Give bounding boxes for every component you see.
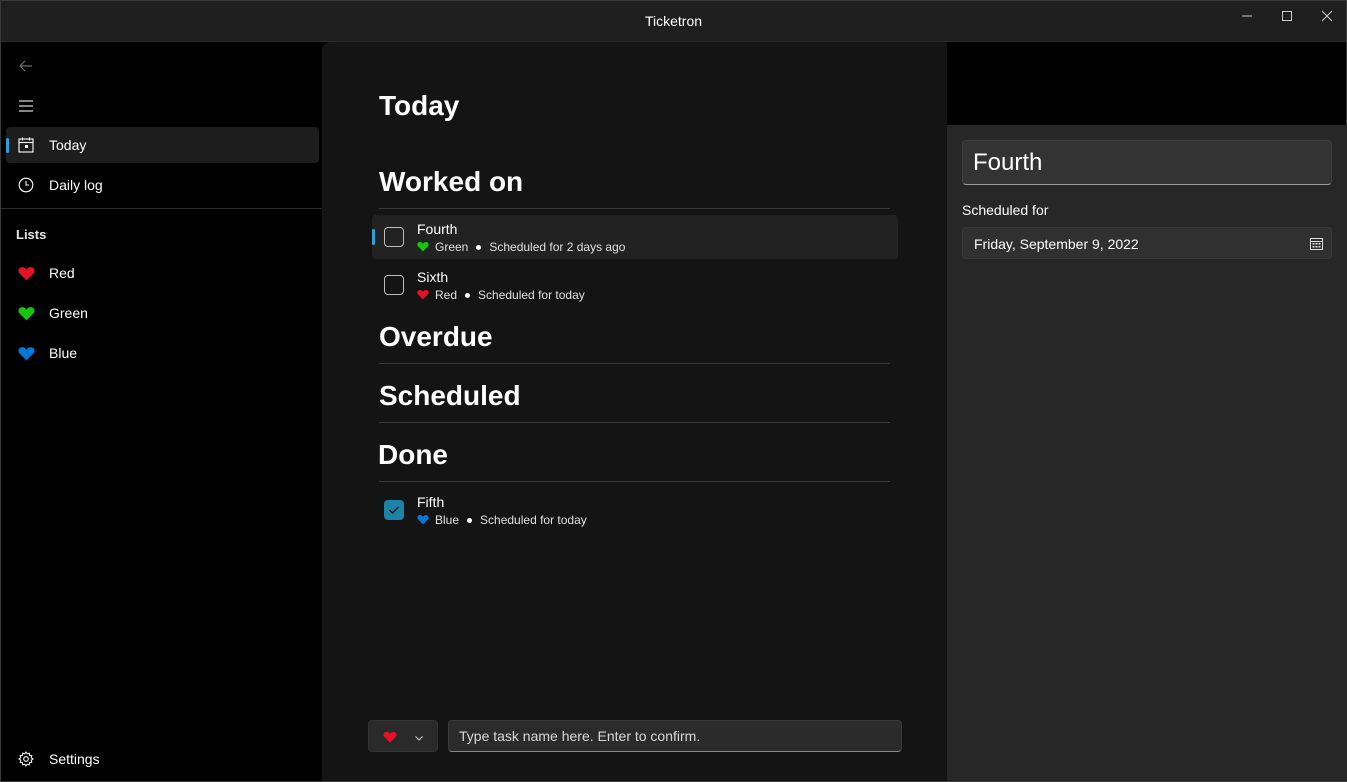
gear-icon (17, 750, 35, 768)
new-task-input[interactable] (448, 720, 902, 752)
navigation-pane: Today Daily log Lists Red Green Blue Set… (1, 42, 322, 781)
green-heart-icon (17, 304, 35, 322)
task-schedule: Scheduled for 2 days ago (489, 240, 626, 254)
green-heart-icon (417, 241, 429, 253)
separator-dot (476, 244, 482, 250)
window-title: Ticketron (644, 13, 703, 29)
nav-item-label: Green (49, 305, 88, 321)
maximize-icon (1282, 11, 1292, 21)
nav-item-daily-log[interactable]: Daily log (6, 167, 319, 203)
section-header-scheduled: Scheduled (379, 380, 521, 411)
task-list-name: Red (435, 288, 458, 302)
sidebar-divider (1, 208, 322, 209)
task-schedule: Scheduled for today (480, 513, 587, 527)
section-header-done: Done (378, 439, 448, 470)
minimize-button[interactable] (1227, 1, 1267, 31)
task-name: Fifth (417, 494, 445, 510)
title-bar: Ticketron (1, 1, 1346, 42)
minimize-icon (1242, 15, 1252, 17)
task-title-field[interactable] (962, 140, 1332, 185)
nav-item-label: Settings (49, 751, 100, 767)
scheduled-for-label: Scheduled for (962, 202, 1049, 218)
task-row-fifth[interactable]: Fifth Blue Scheduled for today (372, 488, 898, 532)
calendar-icon (1310, 237, 1324, 251)
section-divider (379, 422, 890, 423)
red-heart-icon (383, 730, 397, 744)
separator-dot (467, 517, 473, 523)
task-row-sixth[interactable]: Sixth Red Scheduled for today (372, 263, 898, 307)
task-checkbox[interactable] (384, 275, 404, 295)
nav-item-label: Red (49, 265, 75, 281)
nav-item-label: Today (49, 137, 87, 153)
nav-item-list-blue[interactable]: Blue (6, 335, 319, 371)
hamburger-menu-button[interactable] (13, 94, 39, 118)
checkmark-icon (389, 506, 399, 514)
scheduled-date-value: Friday, September 9, 2022 (974, 236, 1139, 252)
lists-header: Lists (16, 227, 47, 242)
nav-item-list-red[interactable]: Red (6, 255, 319, 291)
calendar-today-icon (17, 136, 35, 154)
section-header-worked-on: Worked on (379, 166, 524, 197)
task-row-fourth[interactable]: Fourth Green Scheduled for 2 days ago (372, 215, 898, 259)
task-list-name: Green (435, 240, 469, 254)
selection-indicator (6, 138, 9, 153)
blue-heart-icon (17, 344, 35, 362)
section-divider (379, 363, 890, 364)
task-schedule: Scheduled for today (478, 288, 585, 302)
red-heart-icon (417, 289, 429, 301)
nav-item-today[interactable]: Today (6, 127, 319, 163)
selection-indicator (372, 229, 375, 245)
page-title: Today (379, 90, 460, 121)
chevron-down-icon (413, 731, 425, 743)
task-name: Fourth (417, 221, 458, 237)
task-checkbox[interactable] (384, 227, 404, 247)
nav-item-settings[interactable]: Settings (6, 741, 319, 777)
list-picker-dropdown[interactable] (368, 720, 438, 752)
app-window: Ticketron Today Daily log Lists Red Gree… (0, 0, 1347, 782)
separator-dot (465, 292, 471, 298)
task-meta: Green Scheduled for 2 days ago (417, 240, 625, 254)
red-heart-icon (17, 264, 35, 282)
nav-item-label: Daily log (49, 177, 103, 193)
task-name: Sixth (417, 269, 449, 285)
task-list-name: Blue (435, 513, 460, 527)
close-icon (1321, 10, 1333, 22)
main-content: Today Worked on Fourth Green Scheduled f… (322, 42, 947, 781)
scheduled-date-picker[interactable]: Friday, September 9, 2022 (962, 227, 1332, 259)
task-meta: Blue Scheduled for today (417, 513, 587, 527)
section-divider (379, 208, 890, 209)
clock-icon (17, 176, 35, 194)
task-checkbox-checked[interactable] (384, 500, 404, 520)
task-detail-pane: Scheduled for Friday, September 9, 2022 (947, 125, 1347, 781)
blue-heart-icon (417, 514, 429, 526)
maximize-button[interactable] (1267, 1, 1307, 31)
nav-item-list-green[interactable]: Green (6, 295, 319, 331)
back-arrow-icon (19, 60, 32, 72)
hamburger-icon (19, 100, 33, 112)
section-header-overdue: Overdue (379, 321, 493, 352)
close-button[interactable] (1307, 1, 1347, 31)
task-meta: Red Scheduled for today (417, 288, 585, 302)
nav-item-label: Blue (49, 345, 78, 361)
back-button[interactable] (13, 54, 39, 78)
section-divider (379, 481, 890, 482)
